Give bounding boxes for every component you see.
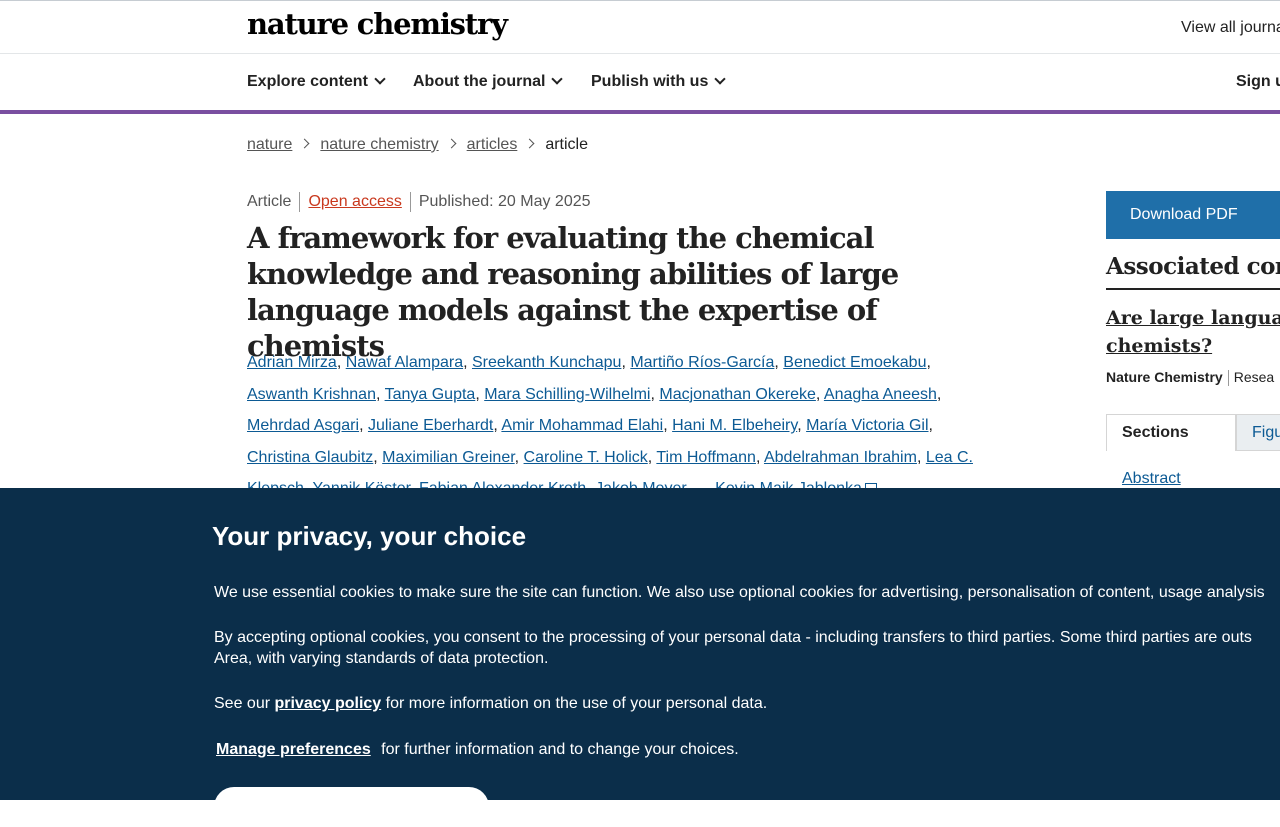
author-link[interactable]: Martiño Ríos-García	[630, 354, 774, 371]
author-link[interactable]: Macjonathan Okereke	[659, 386, 816, 403]
article-type: Article	[247, 193, 292, 211]
author-link[interactable]: Hani M. Elbeheiry	[672, 417, 797, 434]
breadcrumb-nature-chemistry[interactable]: nature chemistry	[320, 136, 438, 153]
main-nav: Explore content About the journal Publis…	[0, 54, 1280, 114]
breadcrumb-nature[interactable]: nature	[247, 136, 292, 153]
cookie-banner: Your privacy, your choice We use essenti…	[0, 488, 1280, 827]
nav-label: Explore content	[247, 73, 368, 90]
author-link[interactable]: Benedict Emoekabu	[783, 354, 926, 371]
author-link[interactable]: Lea C.	[926, 449, 973, 466]
author-link[interactable]: María Victoria Gil	[806, 417, 928, 434]
nav-publish-with-us[interactable]: Publish with us	[591, 73, 727, 91]
divider	[409, 192, 411, 212]
privacy-policy-link[interactable]: privacy policy	[274, 695, 381, 712]
view-all-journals-link[interactable]: View all journa	[1181, 19, 1280, 37]
cookie-text-line: Area, with varying standards of data pro…	[214, 650, 549, 667]
sign-in-link[interactable]: Sign u	[1236, 73, 1280, 91]
author-link[interactable]: Aswanth Krishnan	[247, 386, 376, 403]
nav-explore-content[interactable]: Explore content	[247, 73, 386, 91]
cookie-text-fragment: See our	[214, 695, 275, 712]
author-link[interactable]: Christina Glaubitz	[247, 449, 373, 466]
author-link[interactable]: Nawaf Alampara	[346, 354, 463, 371]
nav-about-journal[interactable]: About the journal	[413, 73, 564, 91]
divider	[1227, 370, 1229, 387]
cookie-heading: Your privacy, your choice	[212, 521, 527, 551]
journal-logo[interactable]: nature chemistry	[247, 7, 508, 41]
associated-type: Resea	[1233, 369, 1275, 385]
breadcrumb: nature nature chemistry articles article	[247, 136, 588, 154]
cookie-text-fragment: for more information on the use of your …	[381, 695, 768, 712]
chevron-down-icon	[714, 73, 727, 85]
author-link[interactable]: Maximilian Greiner	[382, 449, 514, 466]
accept-cookies-button[interactable]	[214, 787, 489, 827]
cookie-text-fragment: for further information and to change yo…	[376, 741, 739, 758]
author-link[interactable]: Caroline T. Holick	[524, 449, 648, 466]
associated-content-heading: Associated cont	[1106, 253, 1280, 290]
nav-label: Publish with us	[591, 73, 709, 90]
cookie-text: We use essential cookies to make sure th…	[214, 584, 1265, 601]
article-title: A framework for evaluating the chemical …	[247, 221, 899, 363]
tab-figures[interactable]: Figu	[1236, 414, 1280, 451]
associated-title-line: Are large language	[1106, 307, 1280, 329]
manage-preferences-link[interactable]: Manage preferences	[216, 741, 371, 758]
tab-sections[interactable]: Sections	[1106, 414, 1236, 451]
breadcrumb-current: article	[545, 136, 589, 153]
associated-article-meta: Nature Chemistry Resea	[1106, 369, 1275, 387]
chevron-down-icon	[551, 73, 564, 85]
author-link[interactable]: Amir Mohammad Elahi	[501, 417, 663, 434]
author-link[interactable]: Adrian Mirza	[247, 354, 337, 371]
associated-title-line: chemists?	[1106, 335, 1213, 357]
nav-label: About the journal	[413, 73, 546, 90]
chevron-right-icon	[524, 138, 535, 149]
article-meta: Article Open access Published: 20 May 2025	[247, 192, 591, 212]
download-pdf-button[interactable]: Download PDF	[1106, 191, 1280, 239]
author-link[interactable]: Tim Hoffmann	[656, 449, 756, 466]
published-date: Published: 20 May 2025	[418, 193, 591, 211]
author-link[interactable]: Mara Schilling-Wilhelmi	[484, 386, 650, 403]
abstract-link[interactable]: Abstract	[1122, 470, 1181, 488]
associated-article-link[interactable]: Are large language chemists?	[1106, 304, 1280, 360]
chevron-right-icon	[299, 138, 310, 149]
chevron-down-icon	[374, 73, 386, 85]
chevron-right-icon	[446, 138, 457, 149]
author-link[interactable]: Abdelrahman Ibrahim	[764, 449, 917, 466]
cookie-text: Manage preferences for further informati…	[216, 739, 739, 760]
open-access-link[interactable]: Open access	[308, 193, 401, 210]
cookie-text: See our privacy policy for more informat…	[214, 693, 767, 714]
breadcrumb-articles[interactable]: articles	[467, 136, 518, 153]
author-link[interactable]: Mehrdad Asgari	[247, 417, 359, 434]
author-link[interactable]: Anagha Aneesh	[824, 386, 937, 403]
author-link[interactable]: Tanya Gupta	[385, 386, 476, 403]
cookie-text-line: By accepting optional cookies, you conse…	[214, 629, 1252, 646]
author-link[interactable]: Sreekanth Kunchapu	[472, 354, 621, 371]
top-bar: nature chemistry View all journa	[0, 0, 1280, 54]
cookie-text: By accepting optional cookies, you conse…	[214, 627, 1252, 669]
author-list: Adrian Mirza, Nawaf Alampara, Sreekanth …	[247, 347, 992, 505]
associated-journal: Nature Chemistry	[1106, 369, 1223, 385]
author-link[interactable]: Juliane Eberhardt	[368, 417, 493, 434]
divider	[299, 192, 301, 212]
